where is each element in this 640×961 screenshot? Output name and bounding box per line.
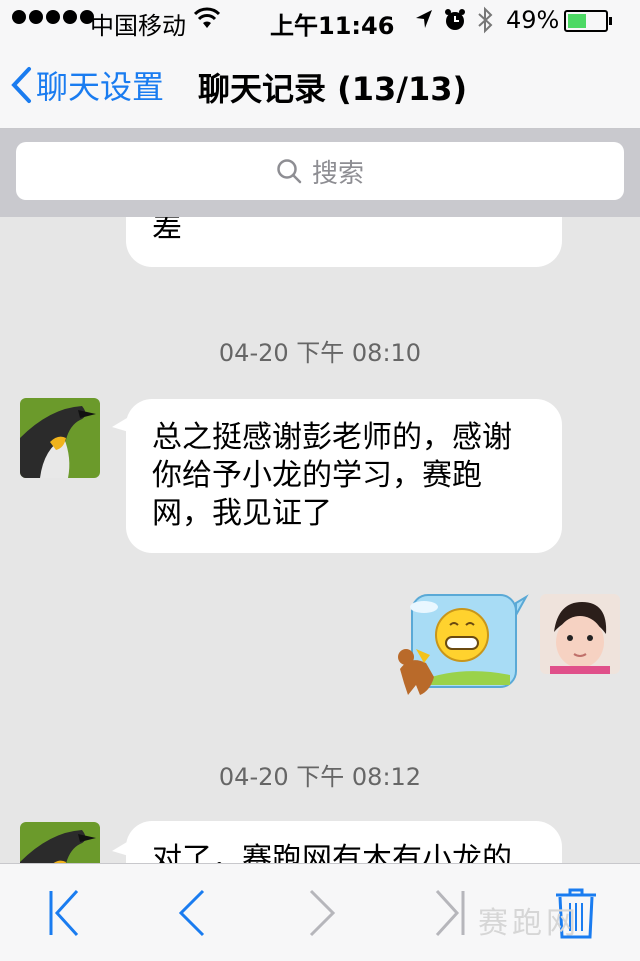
avatar[interactable] — [20, 822, 100, 863]
message-bubble[interactable]: 对了，赛跑网有木有小龙的 — [126, 821, 562, 863]
message-bubble[interactable]: 差 — [126, 217, 562, 267]
alarm-icon — [444, 8, 466, 38]
chevron-left-icon — [178, 889, 205, 937]
page-title: 聊天记录 (13/13) — [198, 70, 468, 108]
message-bubble[interactable]: 总之挺感谢彭老师的，感谢你给予小龙的学习，赛跑网，我见证了 — [126, 399, 562, 553]
battery-icon — [564, 10, 612, 32]
clock: 上午11:46 — [270, 12, 395, 40]
smiley-sticker-icon — [398, 594, 529, 695]
watermark: 赛跑网 — [478, 906, 580, 941]
search-bar: 搜索 — [0, 129, 640, 217]
navigation-bar: 聊天设置 聊天记录 (13/13) — [0, 40, 640, 129]
bluetooth-icon — [476, 6, 494, 40]
last-page-button[interactable] — [420, 886, 480, 940]
status-bar: 中国移动 上午11:46 49% — [0, 0, 640, 40]
chevron-right-icon — [309, 889, 336, 937]
search-icon — [277, 159, 302, 184]
back-button-label: 聊天设置 — [36, 68, 165, 106]
child-avatar-icon — [540, 594, 620, 674]
penguin-avatar-icon — [20, 822, 100, 863]
next-page-button[interactable] — [292, 886, 352, 940]
chat-history[interactable]: 差 04-20 下午 08:10 总之挺感谢彭老师的，感谢你给予小龙的学习，赛跑… — [0, 217, 640, 863]
battery-percent: 49% — [506, 6, 560, 34]
search-input[interactable]: 搜索 — [16, 142, 624, 200]
penguin-avatar-icon — [20, 398, 100, 478]
location-icon — [414, 8, 434, 36]
carrier-name: 中国移动 — [90, 12, 186, 40]
first-page-button[interactable] — [34, 886, 94, 940]
chevron-left-icon — [11, 67, 31, 103]
wifi-icon — [193, 6, 221, 36]
avatar[interactable] — [540, 594, 620, 674]
signal-strength-icon — [12, 10, 94, 24]
skip-to-first-icon — [49, 889, 79, 937]
search-placeholder: 搜索 — [311, 158, 364, 189]
message-timestamp: 04-20 下午 08:12 — [218, 763, 422, 791]
message-timestamp: 04-20 下午 08:10 — [218, 339, 422, 367]
sticker-message[interactable] — [390, 585, 530, 701]
previous-page-button[interactable] — [162, 886, 222, 940]
skip-to-last-icon — [435, 889, 465, 937]
avatar[interactable] — [20, 398, 100, 478]
back-button[interactable]: 聊天设置 — [10, 62, 164, 108]
